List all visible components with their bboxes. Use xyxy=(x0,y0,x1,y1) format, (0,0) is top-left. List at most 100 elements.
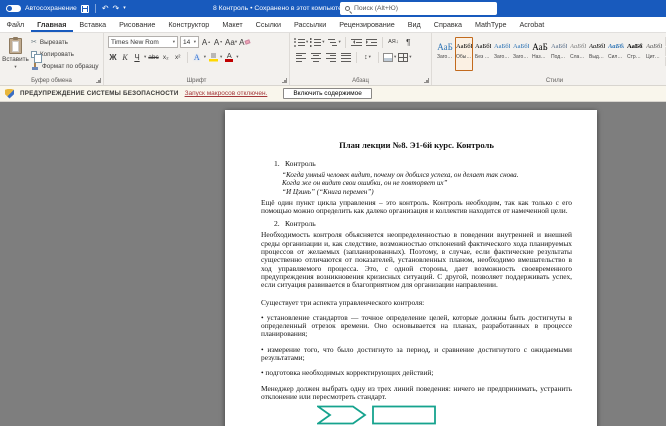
tab-view[interactable]: Вид xyxy=(401,17,427,32)
grow-font-button[interactable]: А ▴ xyxy=(201,36,211,48)
align-right-button[interactable] xyxy=(324,51,337,63)
numbering-button[interactable]: ▾ xyxy=(310,36,324,48)
style-chip-bez-intervala[interactable]: АаБбВвГгБез интервала xyxy=(474,37,492,71)
clipboard-dialog-launcher-icon[interactable] xyxy=(96,78,101,83)
smartart-shapes[interactable] xyxy=(317,405,572,425)
search-icon xyxy=(345,6,350,11)
shading-button[interactable]: ▾ xyxy=(383,51,396,63)
style-chip-strogiy[interactable]: АаБбВвГгСтрогий xyxy=(626,37,644,71)
text-effects-dropdown-icon[interactable]: ▾ xyxy=(204,55,206,60)
highlighter-icon xyxy=(209,53,218,62)
highlight-dropdown-icon[interactable]: ▾ xyxy=(220,55,222,60)
style-chip-vydelenie[interactable]: АаБбВвГгВыделение xyxy=(588,37,606,71)
tab-mathtype[interactable]: MathType xyxy=(468,17,513,32)
line-spacing-button[interactable]: ↕▾ xyxy=(361,51,374,63)
style-chip-podzagolovok[interactable]: АаБбВвГгПодзаголовок xyxy=(550,37,568,71)
tab-acrobat[interactable]: Acrobat xyxy=(513,17,551,32)
tab-design[interactable]: Конструктор xyxy=(162,17,216,32)
sort-button[interactable]: АЯ↓ xyxy=(387,36,400,48)
decrease-indent-button[interactable] xyxy=(350,36,363,48)
style-chip-tsitata-2[interactable]: АаБбВвГгЦитата 2 xyxy=(645,37,663,71)
style-chip-silnoe-vydelenie[interactable]: АаБбВвГгСильное выделение xyxy=(607,37,625,71)
process-arrow-shape xyxy=(318,407,365,424)
paste-dropdown-icon[interactable]: ▾ xyxy=(14,65,16,70)
document-title[interactable]: 8 Контроль • Сохранено в этот компьютере xyxy=(213,0,349,17)
align-right-icon xyxy=(326,53,336,62)
tab-help[interactable]: Справка xyxy=(427,17,468,32)
strikethrough-button[interactable]: abc xyxy=(148,51,158,63)
tab-home[interactable]: Главная xyxy=(31,17,73,32)
bullets-button[interactable]: ▾ xyxy=(294,36,308,48)
font-name-dropdown-icon[interactable]: ▾ xyxy=(173,40,175,45)
tab-mailings[interactable]: Рассылки xyxy=(287,17,332,32)
align-center-button[interactable] xyxy=(309,51,322,63)
underline-button[interactable]: Ч xyxy=(132,51,142,63)
doc-quote-line: “Когда умный человек видит, почему он до… xyxy=(282,171,572,179)
shading-dropdown-icon: ▾ xyxy=(394,55,396,60)
style-chip-obychny[interactable]: АаБбВвГгОбычный xyxy=(455,37,473,71)
list-number: 1. xyxy=(274,159,285,168)
search-box[interactable]: Поиск (Alt+Ю) xyxy=(340,2,497,15)
save-icon[interactable] xyxy=(81,5,89,13)
shading-icon xyxy=(383,53,393,62)
list-number: 2. xyxy=(274,219,285,228)
paste-label: Вставить xyxy=(2,56,29,63)
justify-button[interactable] xyxy=(339,51,352,63)
autosave-toggle[interactable] xyxy=(6,5,21,12)
style-chip-zagolovok-1[interactable]: АаБбВЗаголовок 1 xyxy=(493,37,511,71)
multilevel-list-button[interactable]: ▾ xyxy=(327,36,341,48)
bold-button[interactable]: Ж xyxy=(108,51,118,63)
tab-insert[interactable]: Вставка xyxy=(73,17,113,32)
highlight-button[interactable] xyxy=(208,51,218,63)
document-canvas[interactable]: План лекции №8. Э1-6й курс. Контроль 1. … xyxy=(0,102,666,426)
align-left-button[interactable] xyxy=(294,51,307,63)
cut-button[interactable]: ✂ Вырезать xyxy=(31,38,98,47)
enable-content-button[interactable]: Включить содержимое xyxy=(283,88,371,99)
tab-review[interactable]: Рецензирование xyxy=(333,17,402,32)
font-name-select[interactable]: Times New Rom ▾ xyxy=(108,36,178,48)
paragraph-dialog-launcher-icon[interactable] xyxy=(424,78,429,83)
show-marks-button[interactable]: ¶ xyxy=(402,36,415,48)
superscript-button[interactable]: х² xyxy=(173,51,183,63)
style-chip-nazvanie[interactable]: АаБНазвание xyxy=(531,37,549,71)
tab-references[interactable]: Ссылки xyxy=(249,17,287,32)
paragraph-divider xyxy=(345,37,346,48)
line-spacing-icon: ↕ xyxy=(364,54,368,61)
clipboard-group: Вставить ▾ ✂ Вырезать Копировать Формат … xyxy=(0,33,104,85)
document-page[interactable]: План лекции №8. Э1-6й курс. Контроль 1. … xyxy=(225,110,597,426)
style-chip-zagolovok[interactable]: АаБЗаголовок xyxy=(436,37,454,71)
font-color-button[interactable]: А xyxy=(224,51,234,63)
security-warning-title: ПРЕДУПРЕЖДЕНИЕ СИСТЕМЫ БЕЗОПАСНОСТИ xyxy=(20,90,179,97)
copy-button[interactable]: Копировать xyxy=(31,50,98,59)
style-chip-slaboe-vydelenie[interactable]: АаБбВвГгСлабое выделение xyxy=(569,37,587,71)
decrease-indent-icon xyxy=(351,38,362,47)
subscript-button[interactable]: х₂ xyxy=(161,51,171,63)
undo-icon[interactable]: ↶ xyxy=(102,5,109,13)
font-dialog-launcher-icon[interactable] xyxy=(282,78,287,83)
font-size-dropdown-icon[interactable]: ▾ xyxy=(194,40,196,45)
tab-file[interactable]: Файл xyxy=(0,17,31,32)
justify-icon xyxy=(341,53,351,62)
font-color-dropdown-icon[interactable]: ▾ xyxy=(236,55,238,60)
qat-more-chevron-icon[interactable]: ▾ xyxy=(123,6,126,11)
tab-layout[interactable]: Макет xyxy=(216,17,249,32)
doc-paragraph: Существует три аспекта управленческого к… xyxy=(261,299,572,307)
borders-button[interactable]: ▾ xyxy=(398,51,411,63)
clear-formatting-button[interactable]: А xyxy=(239,36,250,48)
macros-disabled-link[interactable]: Запуск макросов отключен. xyxy=(185,90,268,97)
change-case-button[interactable]: Аа ▾ xyxy=(225,36,237,48)
font-size-select[interactable]: 14 ▾ xyxy=(180,36,199,48)
italic-button[interactable]: К xyxy=(120,51,130,63)
format-painter-button[interactable]: Формат по образцу xyxy=(31,62,98,71)
text-effects-button[interactable]: А xyxy=(192,51,202,63)
underline-dropdown-icon[interactable]: ▾ xyxy=(144,55,146,60)
doc-quote-line: Когда же он видит свои ошибки, он не пов… xyxy=(282,179,572,187)
tab-draw[interactable]: Рисование xyxy=(113,17,162,32)
change-case-dropdown-icon: ▾ xyxy=(235,40,237,45)
shrink-font-button[interactable]: А ▾ xyxy=(213,36,223,48)
increase-indent-button[interactable] xyxy=(365,36,378,48)
doc-paragraph: Менеджер должен выбрать одну из трех лин… xyxy=(261,385,572,402)
autosave-toggle-knob xyxy=(7,6,12,11)
style-chip-zagolovok-2[interactable]: АаБбВЗаголовок 2 xyxy=(512,37,530,71)
redo-icon[interactable]: ↷ xyxy=(113,5,120,13)
